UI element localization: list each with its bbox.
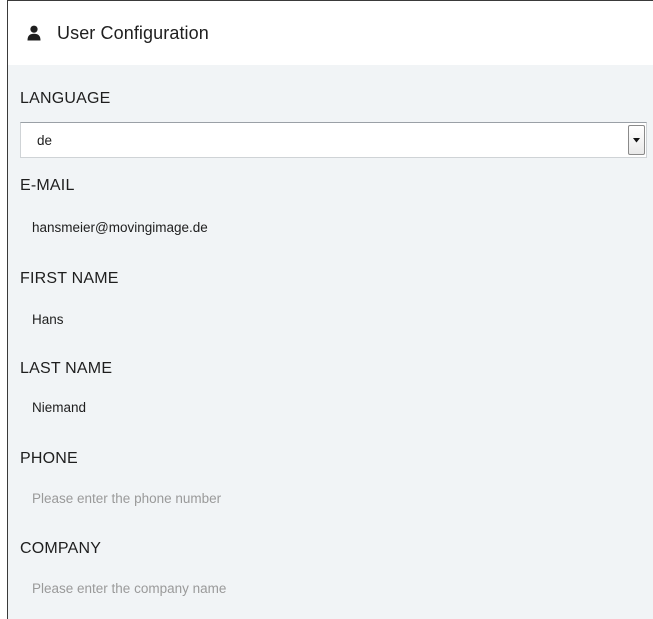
user-configuration-panel: User Configuration LANGUAGE de E-MAIL ha… <box>7 0 653 619</box>
phone-field[interactable]: Please enter the phone number <box>32 491 221 506</box>
last-name-label: LAST NAME <box>20 360 113 377</box>
page-title: User Configuration <box>57 22 209 43</box>
language-select[interactable]: de <box>20 122 647 158</box>
last-name-field[interactable]: Niemand <box>32 400 86 415</box>
language-label: LANGUAGE <box>20 90 111 107</box>
email-label: E-MAIL <box>20 177 75 194</box>
company-field[interactable]: Please enter the company name <box>32 581 226 596</box>
company-label: COMPANY <box>20 540 102 557</box>
chevron-down-icon[interactable] <box>628 125 645 155</box>
email-field[interactable]: hansmeier@movingimage.de <box>32 220 208 235</box>
language-selected-value: de <box>37 133 53 148</box>
phone-label: PHONE <box>20 450 78 467</box>
first-name-field[interactable]: Hans <box>32 312 64 327</box>
first-name-label: FIRST NAME <box>20 270 119 287</box>
panel-header: User Configuration <box>8 1 653 65</box>
user-icon <box>25 24 43 42</box>
